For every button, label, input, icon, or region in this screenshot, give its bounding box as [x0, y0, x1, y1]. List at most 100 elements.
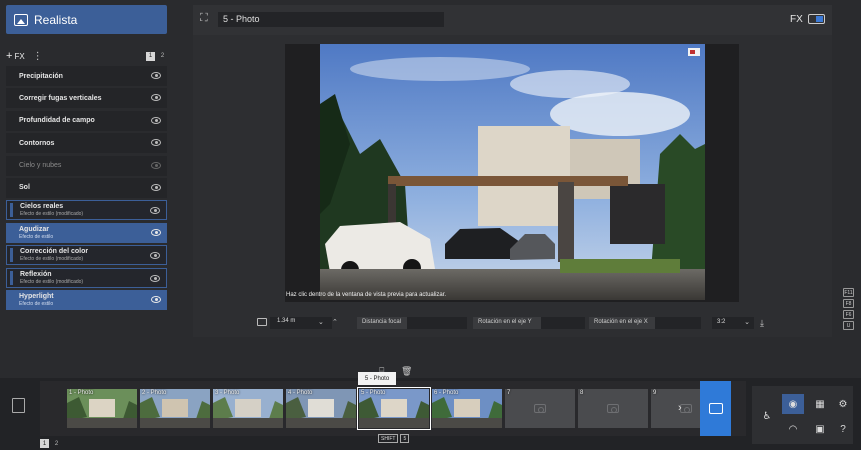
fkey-f11[interactable]: F11 [843, 288, 854, 297]
rotation-y-label: Rotación en el eje Y [473, 317, 541, 329]
photo-thumbnail[interactable]: 7 [505, 389, 575, 428]
add-fx-button[interactable]: + FX [6, 50, 25, 62]
effect-name: Agudizar [19, 225, 49, 233]
fx-page-selector: 1 2 [146, 51, 167, 61]
effect-item[interactable]: Cielos reales Efecto de estilo (modificad… [6, 200, 167, 221]
visibility-eye-icon[interactable] [151, 94, 161, 102]
effect-item[interactable]: Cielo y nubes [6, 155, 167, 176]
effect-subtitle: Efecto de estilo (modificado) [20, 211, 84, 218]
fx-page-2[interactable]: 2 [158, 52, 167, 61]
thumbnail-label: 8 [580, 390, 584, 396]
effect-subtitle: Efecto de estilo [19, 233, 54, 240]
refresh-hint: Haz clic dentro de la ventana de vista p… [286, 292, 447, 298]
thumbnail-label: 6 - Photo [434, 390, 459, 396]
gallery-page-2[interactable]: 2 [52, 439, 61, 448]
photo-name-field[interactable]: 5 - Photo [218, 12, 444, 27]
visibility-eye-icon[interactable] [151, 161, 161, 169]
focal-distance-input[interactable] [407, 317, 467, 329]
visibility-eye-icon[interactable] [151, 295, 161, 303]
rotation-x-input[interactable] [655, 317, 701, 329]
effect-item[interactable]: Contornos [6, 133, 167, 154]
effect-item[interactable]: Profundidad de campo [6, 110, 167, 131]
effect-item[interactable]: Agudizar Efecto de estilo [6, 222, 167, 243]
preview-badge-icon[interactable] [688, 48, 700, 56]
photo-thumbnail[interactable]: 2 - Photo [140, 389, 210, 428]
shift-key: SHIFT [378, 434, 399, 443]
video-mode-icon[interactable]: ▦ [809, 394, 831, 414]
effect-name: Corregir fugas verticales [19, 94, 102, 102]
effect-name: Profundidad de campo [19, 117, 95, 125]
image-style-icon [14, 13, 28, 26]
help-icon[interactable]: ? [832, 419, 854, 439]
focal-distance-label: Distancia focal [357, 317, 407, 329]
thumbnail-label: 2 - Photo [142, 390, 167, 396]
camera-icon [534, 404, 546, 413]
thumbnail-label: 1 - Photo [69, 390, 94, 396]
photo-mode-icon[interactable]: ◉ [782, 394, 804, 414]
visibility-eye-icon[interactable] [150, 207, 160, 215]
visibility-eye-icon[interactable] [151, 228, 161, 236]
photo-thumbnail[interactable]: 5 - Photo [357, 387, 431, 430]
settings-icon[interactable]: ⚙ [832, 394, 854, 414]
gallery-page-selector: 1 2 [40, 439, 61, 448]
visibility-eye-icon[interactable] [151, 139, 161, 147]
photo-thumbnail[interactable]: 4 - Photo [286, 389, 356, 428]
shortcut-number: 5 [400, 434, 410, 443]
photo-mode-icon[interactable]: ⛶ [200, 12, 214, 26]
fx-toolbar: + FX ⋮ 1 2 [6, 48, 167, 64]
visibility-eye-icon[interactable] [151, 116, 161, 124]
save-image-icon [708, 403, 723, 414]
focal-distance-value: 1.34 m [277, 318, 296, 324]
render-preview[interactable] [320, 44, 705, 300]
effect-name: Corrección del color [20, 248, 89, 256]
photo-thumbnail[interactable]: 8 [578, 389, 648, 428]
visibility-eye-icon[interactable] [150, 252, 160, 260]
effect-item[interactable]: Precipitación [6, 66, 167, 86]
thumbnail-label: 4 - Photo [288, 390, 313, 396]
effect-name: Reflexión [20, 270, 52, 278]
effect-item[interactable]: Sol [6, 177, 167, 198]
walk-person-icon[interactable]: ♿ [756, 406, 778, 426]
style-title: Realista [34, 12, 78, 27]
fx-toggle[interactable] [808, 14, 825, 24]
photo-thumbnail[interactable]: 3 - Photo [213, 389, 283, 428]
effect-subtitle: Efecto de estilo [19, 300, 54, 307]
mode-tools: ♿ ◉ ▦ ⚙ ◠ ▣ ? [752, 386, 853, 444]
effect-item[interactable]: Hyperlight Efecto de estilo [6, 289, 167, 310]
aspect-ratio-select[interactable]: 3:2 ⌄ [712, 317, 754, 329]
visibility-eye-icon[interactable] [151, 183, 161, 191]
visibility-eye-icon[interactable] [150, 274, 160, 282]
thumbnail-tooltip: 5 - Photo [358, 372, 396, 385]
more-options-icon[interactable]: ⋮ [33, 51, 43, 62]
save-icon[interactable]: ▣ [809, 419, 831, 439]
lock-ratio-icon[interactable]: ⤓ [760, 318, 764, 329]
panorama-icon[interactable]: ◠ [782, 419, 804, 439]
rotation-x-label: Rotación en el eje X [589, 317, 655, 329]
effect-item[interactable]: Corregir fugas verticales [6, 88, 167, 109]
effect-item[interactable]: Corrección del color Efecto de estilo (mo… [6, 245, 167, 266]
thumbnail-label: 5 - Photo [361, 390, 386, 396]
effect-item[interactable]: Reflexión Efecto de estilo (modificado) [6, 267, 167, 288]
chevron-down-icon[interactable]: ⌄ [318, 318, 324, 326]
effect-name: Sol [19, 184, 30, 192]
style-header[interactable]: Realista [6, 5, 167, 34]
photo-thumbnail[interactable]: 6 - Photo [432, 389, 502, 428]
effect-name: Cielo y nubes [19, 162, 62, 170]
photo-thumbnail[interactable]: 1 - Photo [67, 389, 137, 428]
chevron-up-icon[interactable]: ⌃ [332, 318, 338, 326]
visibility-eye-icon[interactable] [151, 72, 161, 79]
gallery-page-1[interactable]: 1 [40, 439, 49, 448]
camera-icon[interactable] [257, 318, 267, 326]
fkey-u[interactable]: U [843, 321, 854, 330]
effect-subtitle: Efecto de estilo (modificado) [20, 256, 84, 263]
effect-name: Precipitación [19, 72, 63, 80]
rotation-y-input[interactable] [541, 317, 585, 329]
image-list-icon[interactable] [12, 398, 25, 413]
delete-icon[interactable]: 🗑 [401, 366, 412, 377]
fkey-f6[interactable]: F6 [843, 310, 854, 319]
chevron-right-icon[interactable]: › [678, 402, 682, 414]
fx-page-1[interactable]: 1 [146, 51, 155, 61]
save-photo-button[interactable] [700, 381, 731, 436]
fkey-f8[interactable]: F8 [843, 299, 854, 308]
camera-icon [607, 404, 619, 413]
